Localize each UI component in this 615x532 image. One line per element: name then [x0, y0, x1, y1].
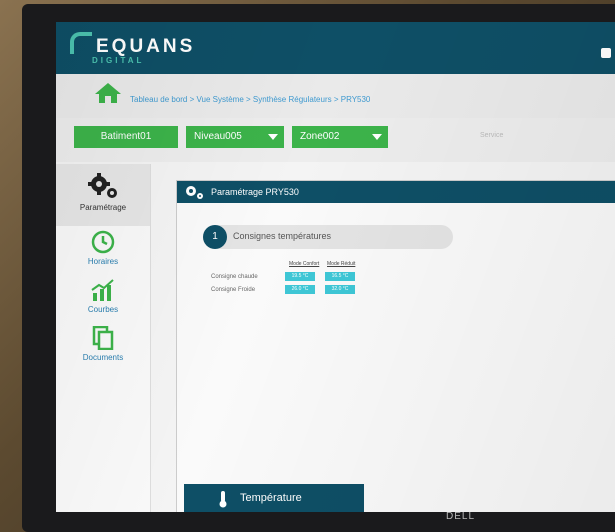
sidebar-item-courbes[interactable]: Courbes [56, 278, 150, 314]
logo-text: EQUANS [96, 36, 196, 57]
thermometer-icon [219, 491, 227, 508]
sidebar-item-documents[interactable]: Documents [56, 326, 150, 362]
settings-panel: Paramétrage PRY530 1 Consignes températu… [176, 180, 615, 512]
sidebar-item-label: Documents [82, 353, 124, 362]
user-menu-icon[interactable] [601, 48, 611, 58]
service-select[interactable]: Service [480, 132, 503, 139]
section-header: 1 Consignes températures [203, 225, 453, 249]
tab-temperature[interactable]: Température [184, 484, 364, 512]
tab-label: Température [240, 492, 302, 504]
niveau-label: Niveau005 [194, 131, 242, 142]
sidebar-item-parametrage[interactable]: Paramétrage [56, 164, 150, 226]
panel-title: Paramétrage PRY530 [211, 187, 299, 197]
column-header-reduit: Mode Réduit [327, 261, 356, 267]
zone-select[interactable]: Zone002 [292, 126, 388, 148]
panel-header: Paramétrage PRY530 [177, 181, 615, 203]
clock-icon [91, 230, 115, 254]
row-label-chaude: Consigne chaude [211, 274, 258, 280]
logo: EQUANS DIGITAL [70, 32, 195, 65]
chart-icon [91, 279, 114, 301]
gears-icon [88, 173, 117, 198]
batiment-select[interactable]: Batiment01 [74, 126, 178, 148]
sidebar-item-label: Paramétrage [79, 203, 127, 212]
logo-sub: DIGITAL [92, 56, 145, 65]
row-label-froide: Consigne Froide [211, 287, 256, 293]
sidebar-item-label: Courbes [87, 305, 119, 314]
niveau-select[interactable]: Niveau005 [186, 126, 284, 148]
value-field[interactable]: 32.0 °C [325, 285, 355, 294]
top-bar: EQUANS DIGITAL [56, 22, 615, 74]
chevron-down-icon [372, 134, 382, 140]
section-label: Consignes températures [233, 231, 332, 241]
logo-mark-icon [70, 32, 92, 54]
zone-label: Zone002 [300, 131, 340, 142]
value-field[interactable]: 19.5 °C [285, 272, 315, 281]
home-icon[interactable] [94, 82, 122, 104]
gears-icon [186, 186, 203, 199]
value-field[interactable]: 26.0 °C [285, 285, 315, 294]
documents-icon [92, 326, 114, 350]
screen: EQUANS DIGITAL Tableau de bord > Vue Sys… [56, 22, 615, 512]
value-field[interactable]: 16.5 °C [325, 272, 355, 281]
sidebar: Paramétrage Horaires Courbes Documents [56, 164, 151, 512]
section-number: 1 [203, 225, 227, 249]
sidebar-item-label: Horaires [87, 257, 119, 266]
monitor-brand: DELL [446, 511, 476, 522]
column-header-confort: Mode Confort [289, 261, 320, 267]
breadcrumb[interactable]: Tableau de bord > Vue Système > Synthèse… [130, 95, 370, 104]
batiment-label: Batiment01 [100, 131, 152, 142]
sidebar-item-horaires[interactable]: Horaires [56, 230, 150, 266]
chevron-down-icon [268, 134, 278, 140]
